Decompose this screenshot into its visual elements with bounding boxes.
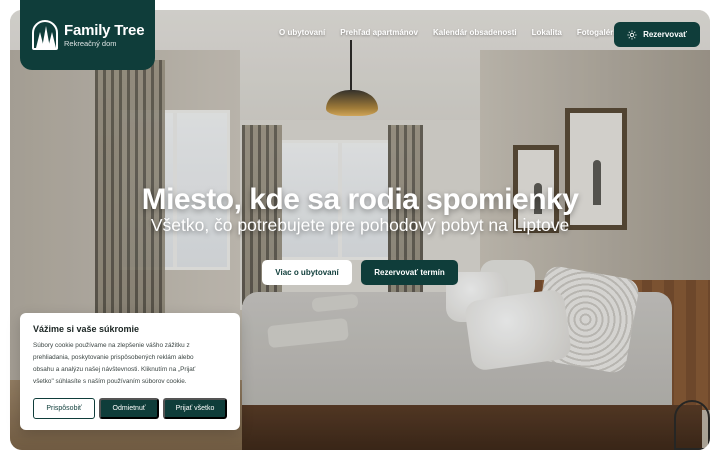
brand-subtitle: Rekreačný dom — [64, 38, 117, 48]
nav-item-kalendar-obsadenosti[interactable]: Kalendár obsadenosti — [433, 28, 517, 37]
cookie-text-line: prehliadania, poskytovanie prispôsobenýc… — [33, 354, 194, 361]
reserve-button-label: Rezervovať — [643, 30, 687, 39]
cookie-text-line: Súbory cookie používame na zlepšenie váš… — [33, 342, 190, 349]
cookie-text-line: obsahu a analýzu našej návštevnosti. Kli… — [33, 366, 196, 373]
brand-title: Family Tree — [64, 21, 145, 39]
nav-item-lokalita[interactable]: Lokalita — [532, 28, 562, 37]
more-about-accommodation-button[interactable]: Viac o ubytovaní — [262, 260, 352, 285]
nav-item-prehlad-apartmanov[interactable]: Prehľad apartmánov — [340, 28, 418, 37]
tree-logo-icon — [32, 20, 58, 50]
hero-subtitle: Všetko, čo potrebujete pre pohodový poby… — [150, 215, 570, 235]
cookie-text: Súbory cookie používame na zlepšenie váš… — [33, 340, 227, 388]
cookie-accept-all-button[interactable]: Prijať všetko — [163, 398, 227, 419]
reserve-button[interactable]: Rezervovať — [614, 22, 700, 47]
book-date-button[interactable]: Rezervovať termín — [361, 260, 458, 285]
site-logo[interactable]: Family Tree Rekreačný dom — [20, 0, 155, 70]
cookie-customize-button[interactable]: Prispôsobiť — [33, 398, 95, 419]
main-navigation: O ubytovaní Prehľad apartmánov Kalendár … — [279, 28, 635, 37]
cookie-title: Vážime si vaše súkromie — [33, 324, 140, 334]
cookie-text-line: všetko" súhlasíte s naším používaním súb… — [33, 378, 187, 385]
cookie-consent-dialog: Vážime si vaše súkromie Súbory cookie po… — [20, 313, 240, 430]
nav-item-o-ubytovani[interactable]: O ubytovaní — [279, 28, 325, 37]
sun-icon — [627, 30, 637, 39]
cookie-reject-button[interactable]: Odmietnuť — [99, 398, 159, 419]
hero-title: Miesto, kde sa rodia spomienky — [141, 183, 579, 216]
